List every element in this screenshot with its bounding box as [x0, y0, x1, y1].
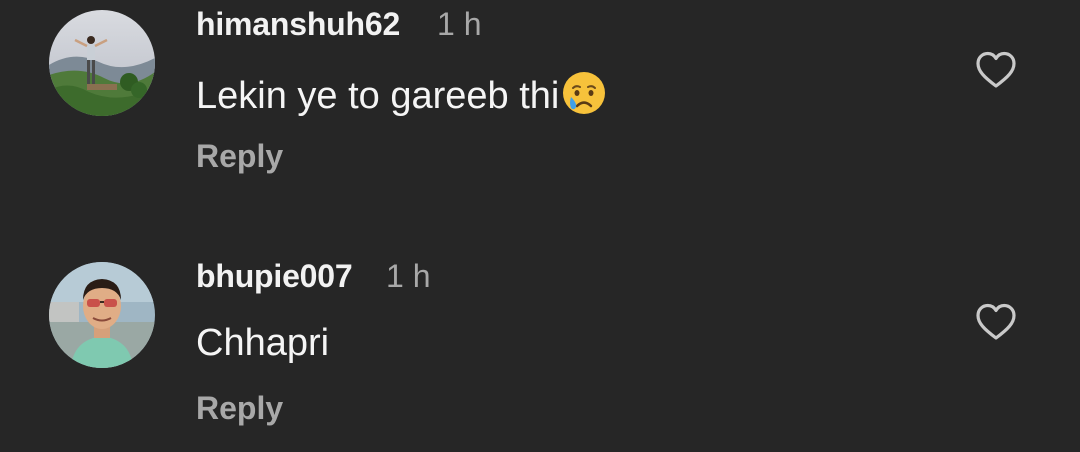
- crying-face-emoji-icon: [563, 72, 606, 114]
- heart-outline-icon[interactable]: [974, 48, 1018, 92]
- comment-text: Lekin ye to gareeb thi: [196, 70, 607, 118]
- timestamp: 1 h: [437, 6, 482, 42]
- comment-text: Chhapri: [196, 322, 329, 365]
- reply-button[interactable]: Reply: [196, 390, 283, 427]
- comment-text-body: Lekin ye to gareeb thi: [196, 75, 560, 117]
- avatar[interactable]: [49, 262, 155, 368]
- comment-item: bhupie007 1 h Chhapri Reply: [0, 252, 1080, 452]
- username[interactable]: bhupie007: [196, 258, 353, 295]
- heart-outline-icon[interactable]: [974, 300, 1018, 344]
- comment-item: himanshuh62 1 h Lekin ye to gareeb thi R…: [0, 0, 1080, 200]
- landscape-avatar-image: [49, 10, 155, 116]
- avatar[interactable]: [49, 10, 155, 116]
- timestamp: 1 h: [386, 258, 431, 294]
- reply-button[interactable]: Reply: [196, 138, 283, 175]
- username[interactable]: himanshuh62: [196, 6, 400, 43]
- man-sunglasses-avatar-image: [49, 262, 155, 368]
- comment-text-body: Chhapri: [196, 322, 330, 364]
